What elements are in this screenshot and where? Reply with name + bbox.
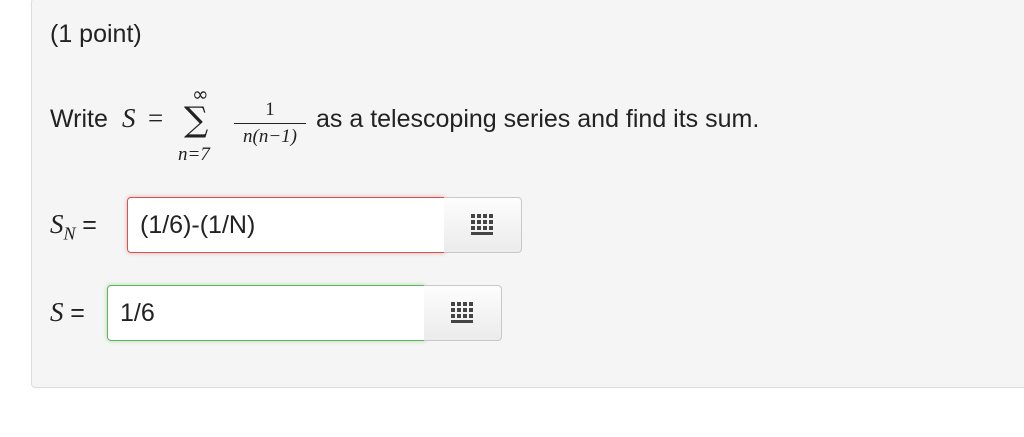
sum-lower-limit: n=7: [178, 144, 210, 165]
summand-fraction: 1 n(n−1): [234, 99, 306, 151]
sum-equation-button[interactable]: [424, 285, 502, 341]
prompt-prefix: Write: [50, 105, 108, 133]
partial-sum-subscript: N: [63, 223, 76, 244]
fraction-denominator: n(n−1): [243, 126, 297, 147]
lhs-variable: S: [122, 103, 136, 133]
fraction-numerator: 1: [265, 99, 275, 120]
question-statement: Write S = ∞ ∑ n=7 1 n(n−1) as a telescop…: [50, 84, 950, 174]
partial-sum-input[interactable]: (1/6)-(1/N): [127, 197, 445, 253]
partial-sum-equals: =: [82, 211, 97, 239]
sum-label: S =: [50, 297, 85, 328]
answer-row-sum: S = 1/6: [50, 285, 510, 345]
sum-input[interactable]: 1/6: [107, 285, 425, 341]
sum-equals: =: [70, 299, 85, 327]
partial-sum-var: S: [50, 209, 64, 239]
equation-palette-grid-icon: [471, 214, 493, 235]
answer-row-partial-sum: SN = (1/6)-(1/N): [50, 197, 530, 257]
sum-var: S: [50, 297, 64, 327]
points-label: (1 point): [50, 20, 142, 48]
partial-sum-label: SN =: [50, 209, 97, 244]
equals-sign: =: [148, 103, 164, 133]
fraction-bar: [234, 123, 306, 124]
partial-sum-equation-button[interactable]: [444, 197, 522, 253]
sigma-symbol: ∑: [184, 100, 209, 140]
summation: ∞ ∑ n=7: [178, 84, 228, 174]
prompt-suffix: as a telescoping series and find its sum…: [316, 105, 760, 133]
equation-palette-grid-icon: [451, 302, 473, 323]
